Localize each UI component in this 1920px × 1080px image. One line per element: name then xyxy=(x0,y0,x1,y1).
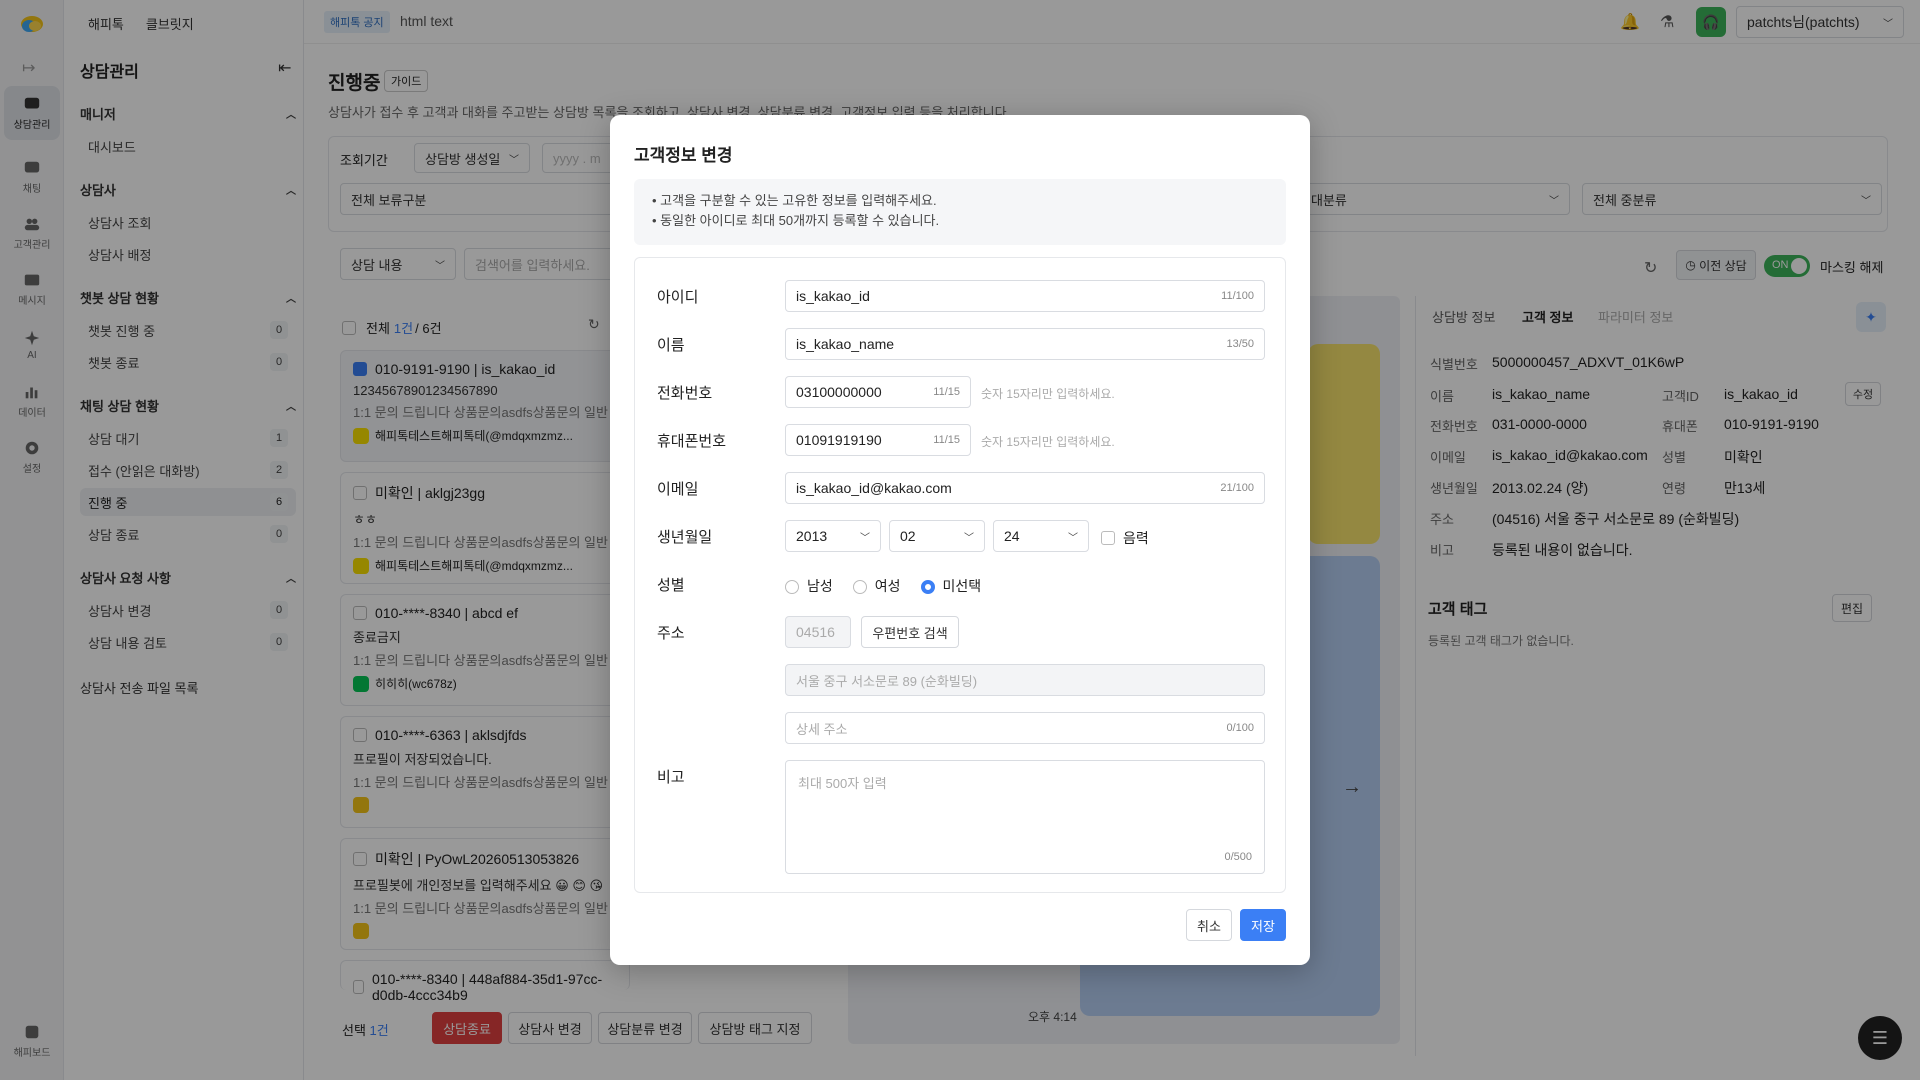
cancel-button[interactable]: 취소 xyxy=(1186,909,1232,941)
zipcode-field: 04516 xyxy=(785,616,851,648)
road-address-field: 서울 중구 서소문로 89 (순화빌딩) xyxy=(785,664,1265,696)
birth-day-select[interactable]: 24 ﹀ xyxy=(993,520,1089,552)
birth-month-select[interactable]: 02 ﹀ xyxy=(889,520,985,552)
mobile-field[interactable]: 01091919190 11/15 xyxy=(785,424,971,456)
modal-form: 아이디 is_kakao_id 11/100 이름 is_kakao_name 13… xyxy=(634,257,1286,893)
chevron-down-icon: ﹀ xyxy=(860,532,870,544)
gender-none-radio[interactable]: 미선택 xyxy=(920,576,981,596)
name-field-label: 이름 xyxy=(657,337,685,354)
address-field-label: 주소 xyxy=(657,625,685,642)
memo-field[interactable]: 최대 500자 입력 0/500 xyxy=(785,760,1265,874)
customer-edit-modal: 고객정보 변경 • 고객을 구분할 수 있는 고유한 정보를 입력해주세요. •… xyxy=(610,115,1310,965)
chevron-down-icon: ﹀ xyxy=(1068,532,1078,544)
gender-male-radio[interactable]: 남성 xyxy=(785,576,833,596)
gender-female-radio[interactable]: 여성 xyxy=(852,576,901,596)
gender-radio-group: 남성 여성 미선택 xyxy=(785,576,981,596)
phone-field[interactable]: 03100000000 11/15 xyxy=(785,376,971,408)
memo-field-label: 비고 xyxy=(657,769,685,786)
email-field[interactable]: is_kakao_id@kakao.com 21/100 xyxy=(785,472,1265,504)
save-button[interactable]: 저장 xyxy=(1240,909,1286,941)
lunar-checkbox[interactable]: 음력 xyxy=(1101,528,1149,548)
phone-field-label: 전화번호 xyxy=(657,385,713,402)
birth-field-label: 생년월일 xyxy=(657,529,713,546)
id-field[interactable]: is_kakao_id 11/100 xyxy=(785,280,1265,312)
mobile-field-label: 휴대폰번호 xyxy=(657,433,727,450)
modal-title: 고객정보 변경 xyxy=(634,146,733,165)
modal-notice: • 고객을 구분할 수 있는 고유한 정보를 입력해주세요. • 동일한 아이디… xyxy=(634,179,1286,245)
mobile-hint: 숫자 15자리만 입력하세요. xyxy=(981,435,1115,449)
birth-year-select[interactable]: 2013 ﹀ xyxy=(785,520,881,552)
chevron-down-icon: ﹀ xyxy=(964,532,974,544)
email-field-label: 이메일 xyxy=(657,481,699,498)
detail-address-field[interactable]: 상세 주소 0/100 xyxy=(785,712,1265,744)
gender-field-label: 성별 xyxy=(657,577,685,594)
phone-hint: 숫자 15자리만 입력하세요. xyxy=(981,387,1115,401)
zipcode-search-button[interactable]: 우편번호 검색 xyxy=(861,616,959,648)
name-field[interactable]: is_kakao_name 13/50 xyxy=(785,328,1265,360)
id-field-label: 아이디 xyxy=(657,289,699,306)
